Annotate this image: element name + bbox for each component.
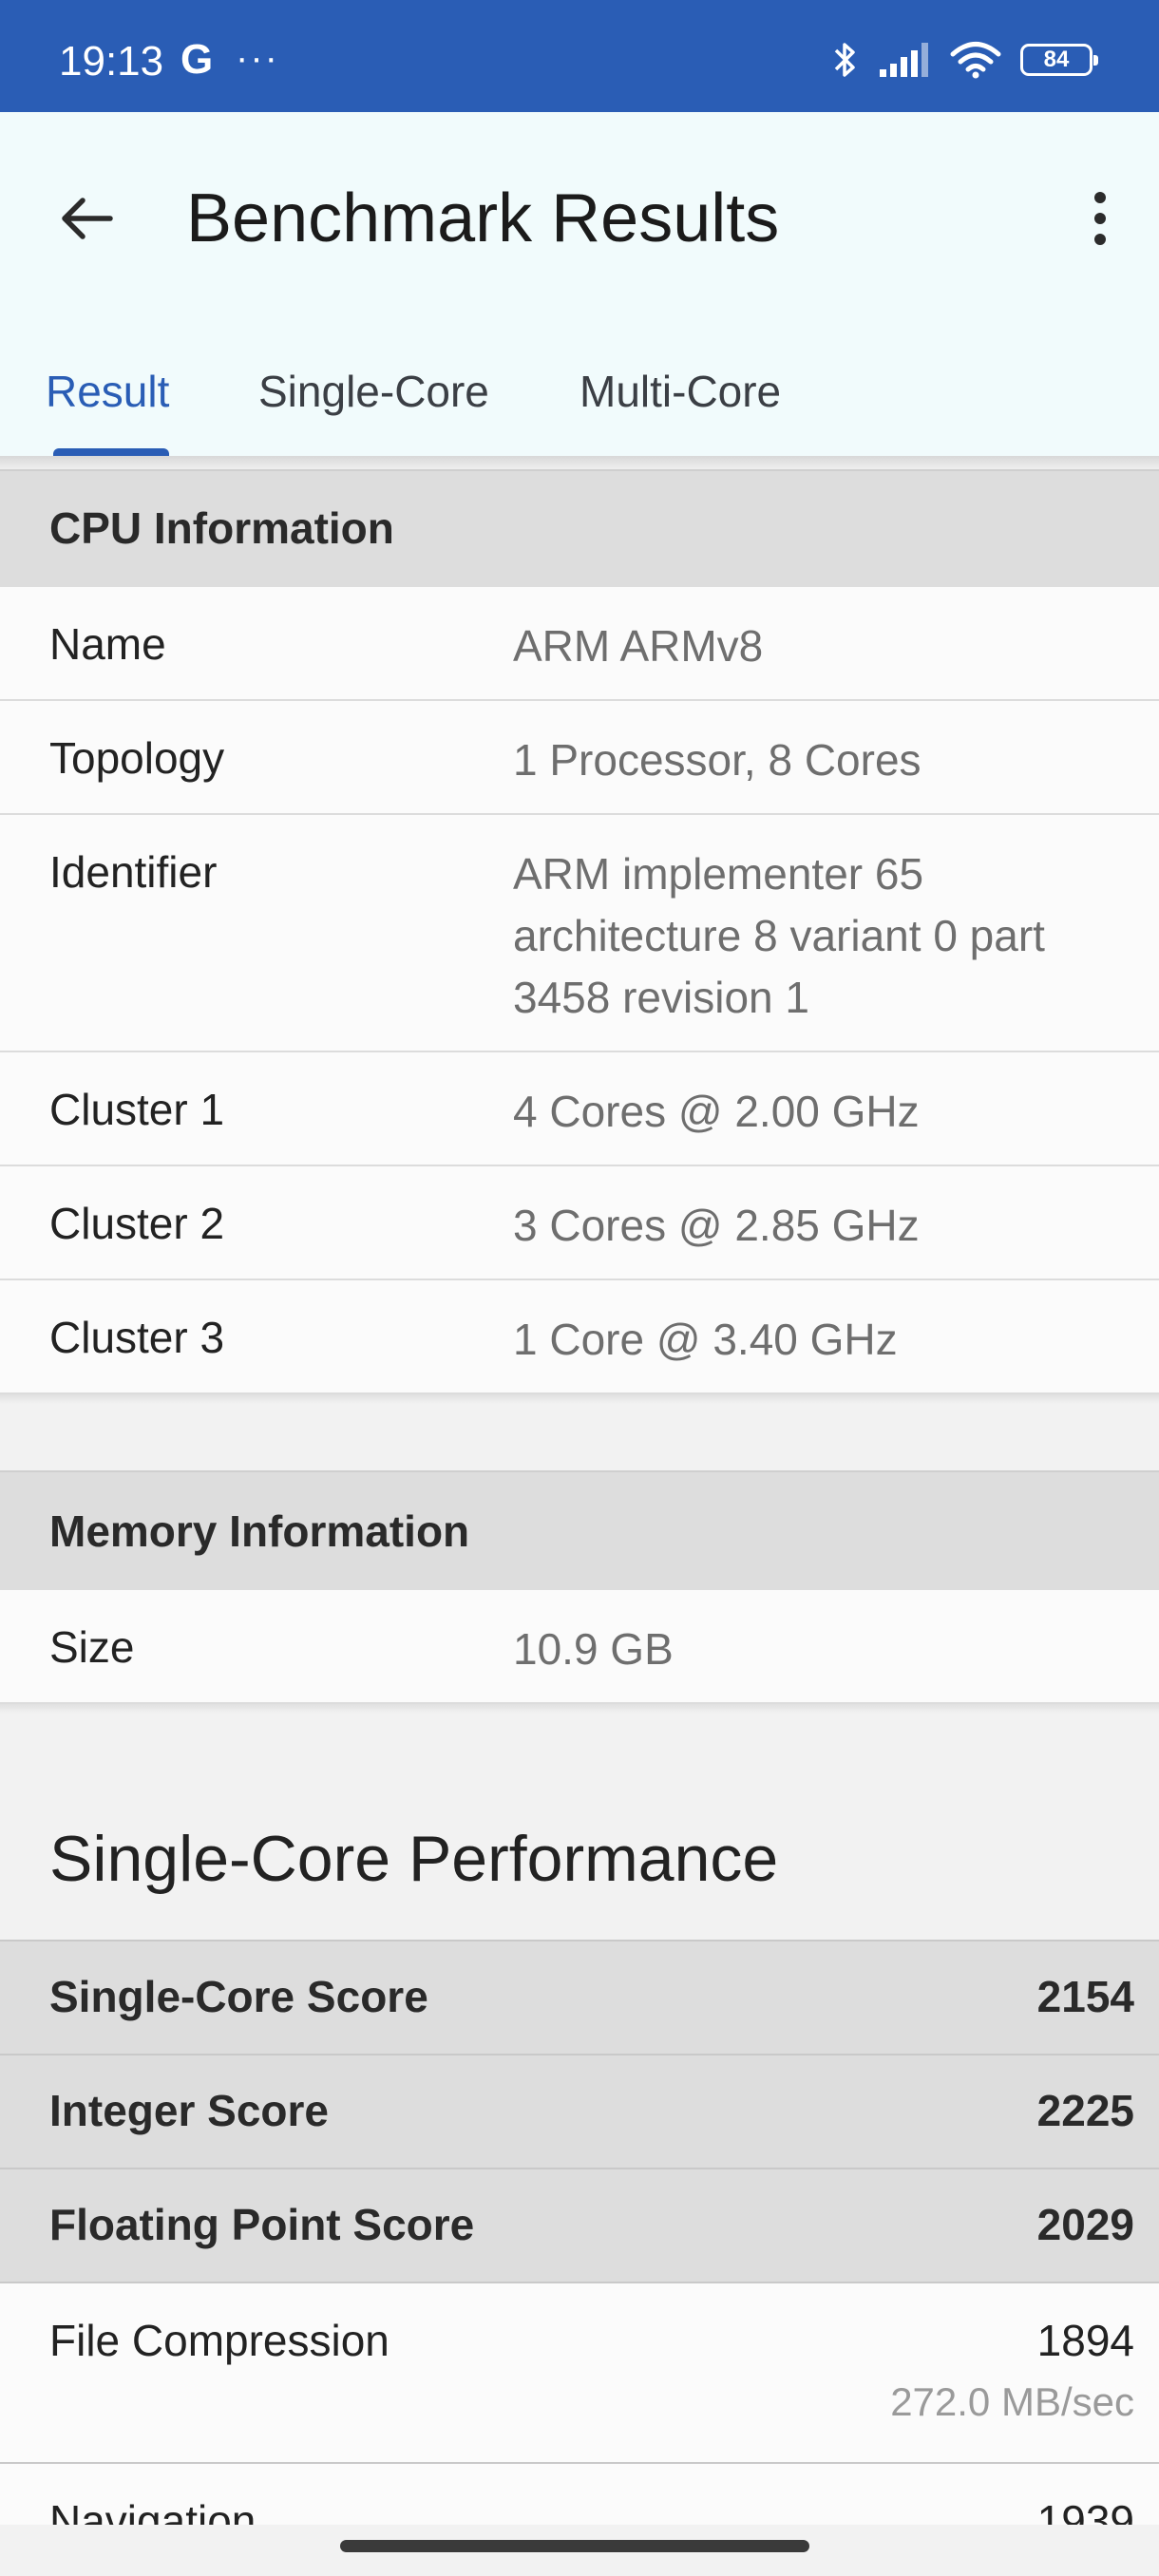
benchmark-row-file-compression[interactable]: File Compression 1894 272.0 MB/sec [0,2282,1159,2462]
cpu-section-title: CPU Information [49,503,394,553]
score-label: Floating Point Score [49,2200,475,2249]
home-indicator[interactable] [340,2540,809,2552]
score-row-integer: Integer Score 2225 [0,2054,1159,2168]
benchmark-score: 1939 [1036,2496,1134,2525]
info-value: 1 Processor, 8 Cores [513,735,922,785]
arrow-left-icon [62,198,113,239]
active-tab-indicator [53,448,169,456]
card-shadow [0,1394,1159,1404]
single-core-title: Single-Core Performance [49,1823,779,1895]
memory-row-size: Size 10.9 GB [0,1590,1159,1704]
info-label: Name [49,619,166,669]
status-bar: 19:13 G ··· 84 [0,0,1159,112]
memory-section-header: Memory Information [0,1470,1159,1590]
tab-bar: Result Single-Core Multi-Core [0,327,1159,456]
signal-icon [880,43,928,77]
info-label: Topology [49,733,225,783]
wifi-icon [950,42,1001,79]
card-shadow [0,1704,1159,1714]
cpu-row-topology: Topology 1 Processor, 8 Cores [0,701,1159,815]
info-label: Identifier [49,847,218,897]
bluetooth-icon [834,43,855,77]
app-bar: Benchmark Results Result Single-Core Mul… [0,112,1159,456]
status-time: 19:13 [59,38,164,85]
info-label: Cluster 1 [49,1085,225,1134]
score-value: 2154 [1036,1972,1134,2021]
benchmark-label: File Compression [49,2316,390,2365]
cpu-row-identifier: Identifier ARM implementer 65 architectu… [0,815,1159,1052]
more-options-button[interactable] [1062,180,1138,256]
info-value: 4 Cores @ 2.00 GHz [513,1087,920,1136]
battery-level: 84 [1043,47,1070,72]
info-label: Cluster 3 [49,1313,225,1362]
info-label: Size [49,1622,135,1672]
battery-icon: 84 [1020,44,1098,76]
tab-single-core[interactable]: Single-Core [258,327,489,456]
cpu-section-header: CPU Information [0,469,1159,587]
page-title: Benchmark Results [186,180,780,256]
score-row-floating-point: Floating Point Score 2029 [0,2168,1159,2282]
info-value: 10.9 GB [513,1624,674,1674]
score-value: 2029 [1036,2200,1134,2249]
score-row-single-core: Single-Core Score 2154 [0,1940,1159,2054]
tab-result[interactable]: Result [46,327,169,456]
benchmark-label: Navigation [49,2496,256,2525]
benchmark-rate: 272.0 MB/sec [890,2379,1134,2424]
score-value: 2225 [1036,2086,1134,2135]
benchmark-score: 1894 [1036,2316,1134,2365]
score-label: Integer Score [49,2086,329,2135]
info-value: ARM implementer 65 architecture 8 varian… [513,849,1045,1022]
google-icon: G [180,36,214,83]
info-value: 3 Cores @ 2.85 GHz [513,1201,920,1250]
memory-section-title: Memory Information [49,1506,470,1556]
cpu-row-cluster-1: Cluster 1 4 Cores @ 2.00 GHz [0,1052,1159,1166]
score-label: Single-Core Score [49,1972,428,2021]
back-button[interactable] [48,180,124,256]
info-value: ARM ARMv8 [513,621,764,671]
status-icons: 84 [832,34,1098,85]
tab-multi-core[interactable]: Multi-Core [580,327,781,456]
benchmark-row-navigation[interactable]: Navigation 1939 [0,2462,1159,2525]
more-vert-icon [1094,192,1106,245]
more-notifications-icon: ··· [236,37,279,79]
info-label: Cluster 2 [49,1199,225,1248]
cpu-row-cluster-3: Cluster 3 1 Core @ 3.40 GHz [0,1280,1159,1394]
cpu-row-cluster-2: Cluster 2 3 Cores @ 2.85 GHz [0,1166,1159,1280]
cpu-row-name: Name ARM ARMv8 [0,587,1159,701]
info-value: 1 Core @ 3.40 GHz [513,1315,898,1364]
